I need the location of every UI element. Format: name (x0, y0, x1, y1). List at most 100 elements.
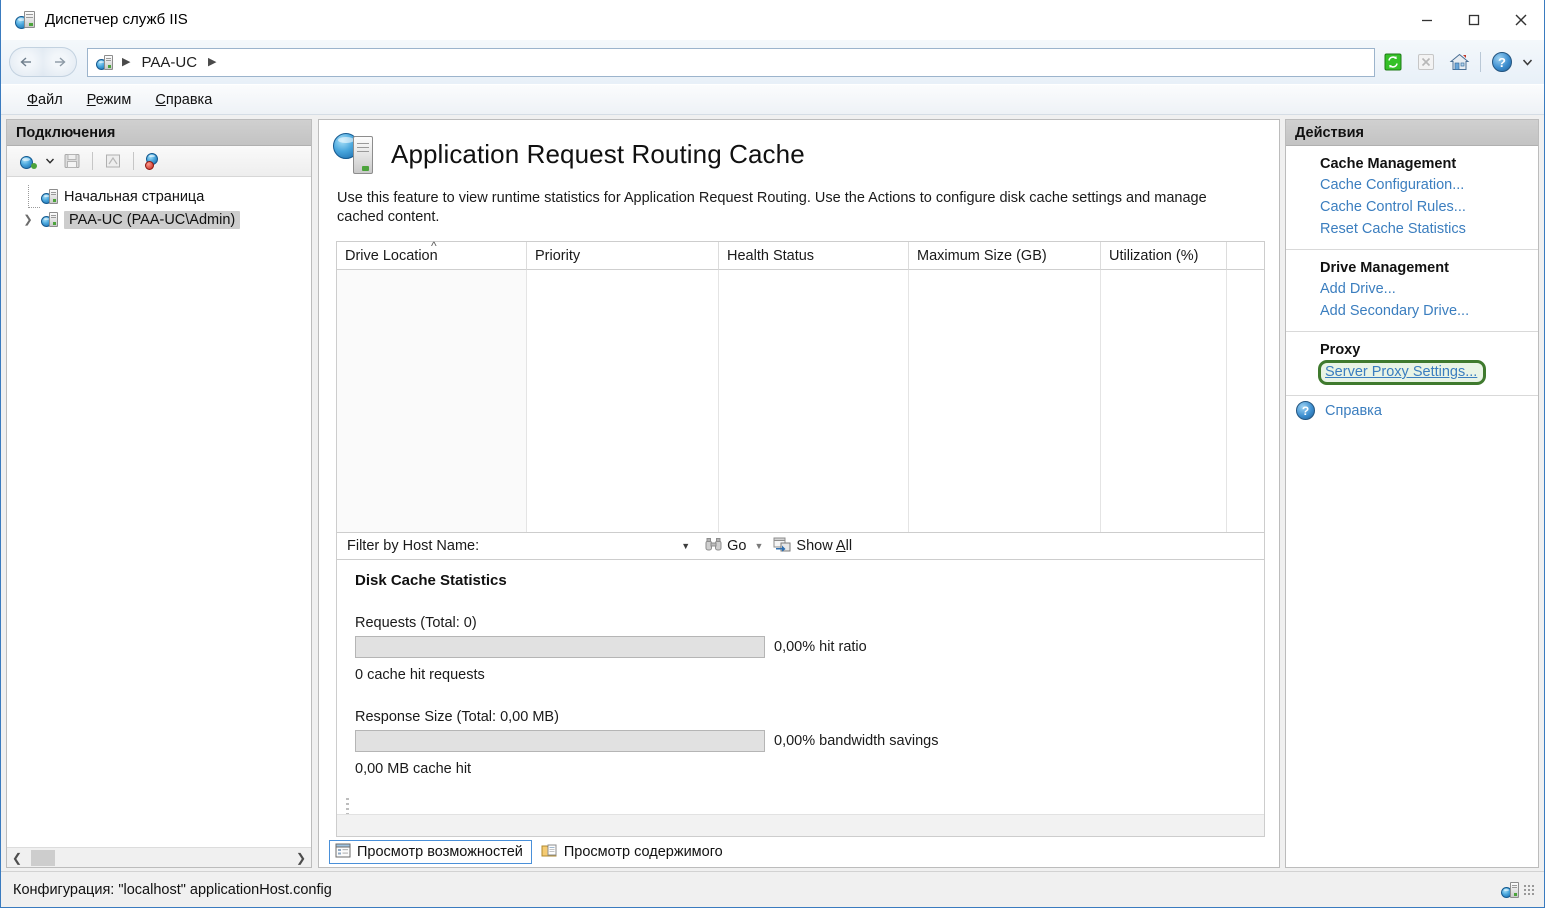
grid-column-body-filler (1227, 270, 1264, 532)
column-header-utilization[interactable]: Utilization (%) (1101, 242, 1227, 271)
help-icon[interactable]: ? (1487, 47, 1517, 77)
grid-column-body-health-status (719, 270, 909, 533)
tree-item-server-label: PAA-UC (PAA-UC\Admin) (64, 210, 241, 229)
action-server-proxy-settings[interactable]: Server Proxy Settings... (1318, 360, 1487, 385)
home-icon[interactable] (1444, 47, 1474, 77)
menu-file-rest: айл (38, 91, 63, 108)
maximize-button[interactable] (1450, 0, 1497, 40)
server-node-icon (41, 211, 58, 228)
menu-mode-rest: ежим (95, 91, 132, 108)
column-header-health-status[interactable]: Health Status (719, 242, 909, 271)
column-header-priority[interactable]: Priority (527, 242, 719, 271)
breadcrumb-item-paa-uc[interactable]: PAA-UC (137, 54, 201, 71)
actions-group-cache-management: Cache Management Cache Configuration... … (1286, 146, 1538, 249)
tree-connector-line (28, 185, 40, 208)
column-header-drive-location[interactable]: Drive Location ^ (337, 239, 527, 271)
tab-content-view[interactable]: Просмотр содержимого (536, 840, 731, 864)
refresh-icon[interactable] (1378, 47, 1408, 77)
tree-expander-icon[interactable]: ❯ (21, 213, 35, 226)
connections-toolbar (7, 146, 311, 177)
minimize-button[interactable] (1403, 0, 1450, 40)
stop-icon (1411, 47, 1441, 77)
grid-column-body-maximum-size (909, 270, 1101, 533)
scroll-left-arrow[interactable]: ❮ (7, 851, 27, 865)
workspace: Подключения Начальная страница ❯ PAA-UC … (1, 116, 1544, 871)
connections-horizontal-scrollbar[interactable]: ❮ ❯ (7, 847, 311, 867)
scroll-thumb[interactable] (31, 850, 55, 866)
column-header-utilization-label: Utilization (%) (1109, 247, 1199, 264)
statistics-footer (337, 814, 1264, 836)
column-header-filler (1227, 242, 1264, 271)
disk-cache-statistics: Disk Cache Statistics Requests (Total: 0… (336, 560, 1265, 837)
breadcrumb[interactable]: ▶ PAA-UC ▶ (87, 47, 1375, 77)
column-header-drive-location-label: Drive Location (345, 247, 438, 264)
grid-body-empty (337, 270, 1264, 533)
show-all-icon (773, 537, 791, 556)
action-cache-configuration[interactable]: Cache Configuration... (1286, 174, 1538, 196)
response-size-label: Response Size (Total: 0,00 MB) (355, 709, 559, 726)
column-header-health-status-label: Health Status (727, 247, 815, 264)
server-icon (96, 54, 113, 71)
toolbar-divider (1480, 52, 1481, 72)
action-cache-control-rules[interactable]: Cache Control Rules... (1286, 196, 1538, 218)
close-button[interactable] (1497, 0, 1544, 40)
tree-item-home[interactable]: Начальная страница (7, 185, 311, 208)
action-add-secondary-drive[interactable]: Add Secondary Drive... (1286, 300, 1538, 322)
back-button[interactable] (9, 47, 43, 77)
requests-hit-ratio: 0,00% hit ratio (774, 639, 867, 656)
menu-file[interactable]: Файл (15, 88, 75, 112)
home-page-icon (41, 188, 58, 205)
menu-mode[interactable]: Режим (75, 88, 144, 112)
main-content-pane: Application Request Routing Cache Use th… (318, 119, 1280, 868)
connections-pane: Подключения Начальная страница ❯ PAA-UC … (6, 119, 312, 868)
show-all-button[interactable]: Show All (773, 537, 852, 556)
actions-group-drive-management: Drive Management Add Drive... Add Second… (1286, 249, 1538, 331)
status-bar: Конфигурация: "localhost" applicationHos… (1, 871, 1544, 907)
features-view-icon (335, 843, 351, 862)
breadcrumb-separator-1[interactable]: ▶ (203, 56, 221, 68)
disconnect-icon[interactable] (141, 149, 167, 173)
server-status-icon (1501, 881, 1519, 899)
status-grip-dots (1523, 884, 1534, 895)
grid-header-row: Drive Location ^ Priority Health Status … (337, 239, 1264, 271)
title-bar: Диспетчер служб IIS (1, 0, 1544, 40)
filter-bar: Filter by Host Name: ▼ Go ▼ Show All (336, 533, 1265, 561)
actions-group-proxy-heading: Proxy (1320, 342, 1361, 358)
page-header: Application Request Routing Cache (319, 120, 1279, 175)
tab-features-view-label: Просмотр возможностей (357, 844, 523, 860)
status-bar-text: Конфигурация: "localhost" applicationHos… (13, 881, 332, 898)
help-dropdown-caret[interactable] (1520, 47, 1534, 77)
requests-progress-bar (355, 636, 765, 659)
column-header-maximum-size-label: Maximum Size (GB) (917, 247, 1047, 264)
actions-body: Cache Management Cache Configuration... … (1286, 146, 1538, 420)
actions-header: Действия (1286, 120, 1538, 146)
action-reset-cache-statistics[interactable]: Reset Cache Statistics (1286, 218, 1538, 240)
response-bandwidth-savings: 0,00% bandwidth savings (774, 733, 939, 750)
response-sub-text: 0,00 MB cache hit (355, 761, 472, 778)
grid-column-body-drive-location (337, 270, 527, 533)
tab-features-view[interactable]: Просмотр возможностей (329, 840, 532, 864)
connect-dropdown-caret[interactable] (44, 149, 56, 173)
menu-help[interactable]: Справка (143, 88, 224, 112)
scroll-right-arrow[interactable]: ❯ (291, 851, 311, 865)
action-add-drive[interactable]: Add Drive... (1286, 278, 1538, 300)
connect-icon[interactable] (15, 149, 41, 173)
filter-host-name-input[interactable]: ▼ (487, 535, 696, 557)
go-dropdown-caret[interactable]: ▼ (755, 541, 764, 551)
forward-button[interactable] (43, 47, 77, 77)
actions-help-row[interactable]: ? Справка (1286, 395, 1538, 420)
chevron-down-icon[interactable]: ▼ (681, 541, 690, 551)
connections-header: Подключения (7, 120, 311, 146)
window-title: Диспетчер служб IIS (45, 11, 188, 28)
actions-pane: Действия Cache Management Cache Configur… (1285, 119, 1539, 868)
grid-column-body-utilization (1101, 270, 1227, 533)
address-bar-tools: ? (1378, 47, 1544, 77)
tree-item-server[interactable]: ❯ PAA-UC (PAA-UC\Admin) (7, 208, 311, 231)
breadcrumb-separator-0: ▶ (122, 55, 131, 68)
go-button[interactable]: Go ▼ (705, 537, 763, 555)
page-title: Application Request Routing Cache (391, 138, 805, 169)
column-header-maximum-size[interactable]: Maximum Size (GB) (909, 242, 1101, 271)
grid-column-body-priority (527, 270, 719, 533)
sort-ascending-icon: ^ (431, 239, 437, 254)
go-button-label: Go (727, 538, 747, 555)
